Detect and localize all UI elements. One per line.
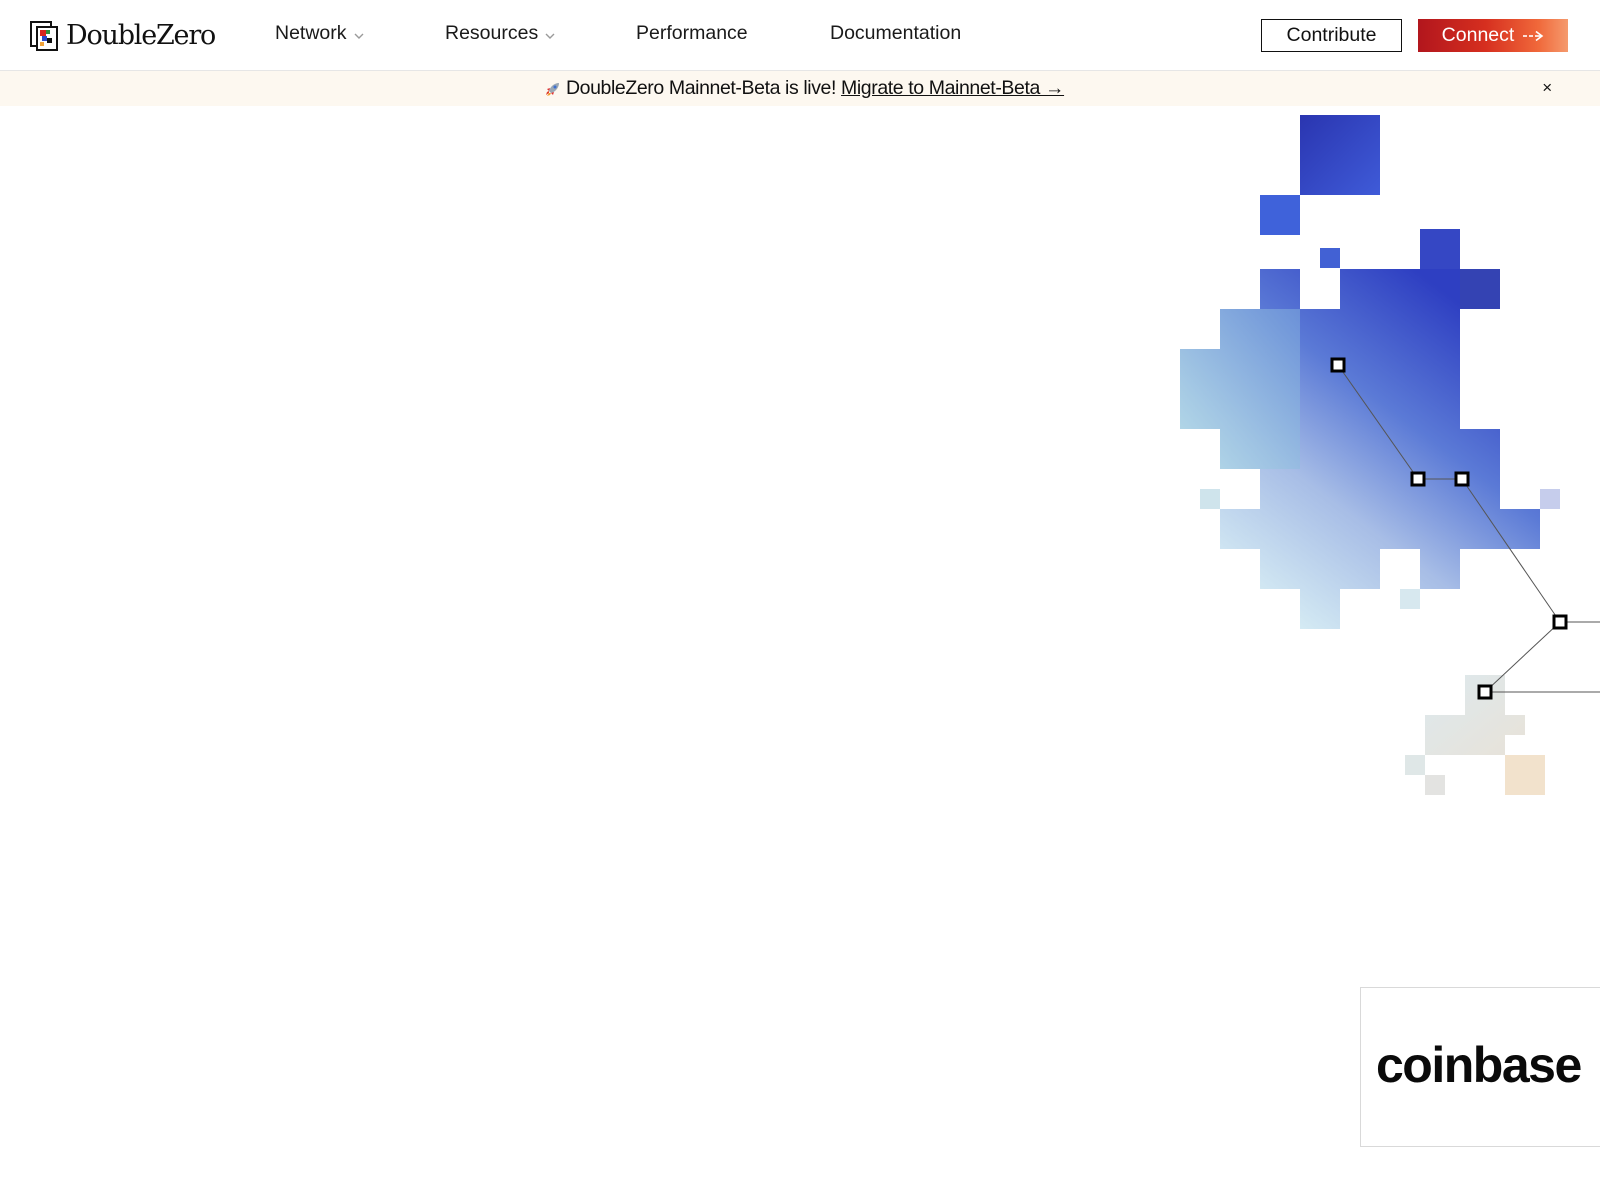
nav-item-documentation[interactable]: Documentation (830, 22, 961, 45)
rocket-icon (545, 82, 559, 96)
coinbase-logo: coinbase (1376, 1037, 1582, 1093)
connect-button-label: Connect (1441, 24, 1515, 46)
brand-name: DoubleZero (66, 19, 216, 51)
nav-item-label: Network (275, 22, 347, 44)
arrow-right-icon (1523, 30, 1544, 41)
migrate-link[interactable]: Migrate to Mainnet-Beta → (841, 77, 1064, 100)
partner-card-coinbase: coinbase (1360, 987, 1600, 1147)
close-icon: × (1542, 78, 1552, 97)
announcement-banner: DoubleZero Mainnet-Beta is live! Migrate… (0, 71, 1600, 106)
chevron-down-icon (545, 33, 555, 39)
brand-logo[interactable]: DoubleZero (30, 19, 216, 51)
contribute-button[interactable]: Contribute (1261, 19, 1402, 52)
nav-item-label: Resources (445, 22, 539, 44)
page: DoubleZero Network Resources Performance… (0, 0, 1600, 1200)
nav-item-label: Documentation (830, 22, 962, 44)
chevron-down-icon (354, 33, 364, 39)
network-pixel-art (1180, 115, 1600, 795)
banner-text: DoubleZero Mainnet-Beta is live! (565, 77, 837, 99)
close-banner-button[interactable]: × (1538, 78, 1556, 97)
nav-item-resources[interactable]: Resources (445, 22, 555, 45)
connect-button[interactable]: Connect (1418, 19, 1568, 52)
top-nav: DoubleZero Network Resources Performance… (0, 0, 1600, 71)
doublezero-logo-icon (30, 21, 58, 51)
nav-item-network[interactable]: Network (275, 22, 364, 45)
nav-item-label: Performance (636, 22, 748, 44)
nav-item-performance[interactable]: Performance (636, 22, 748, 45)
